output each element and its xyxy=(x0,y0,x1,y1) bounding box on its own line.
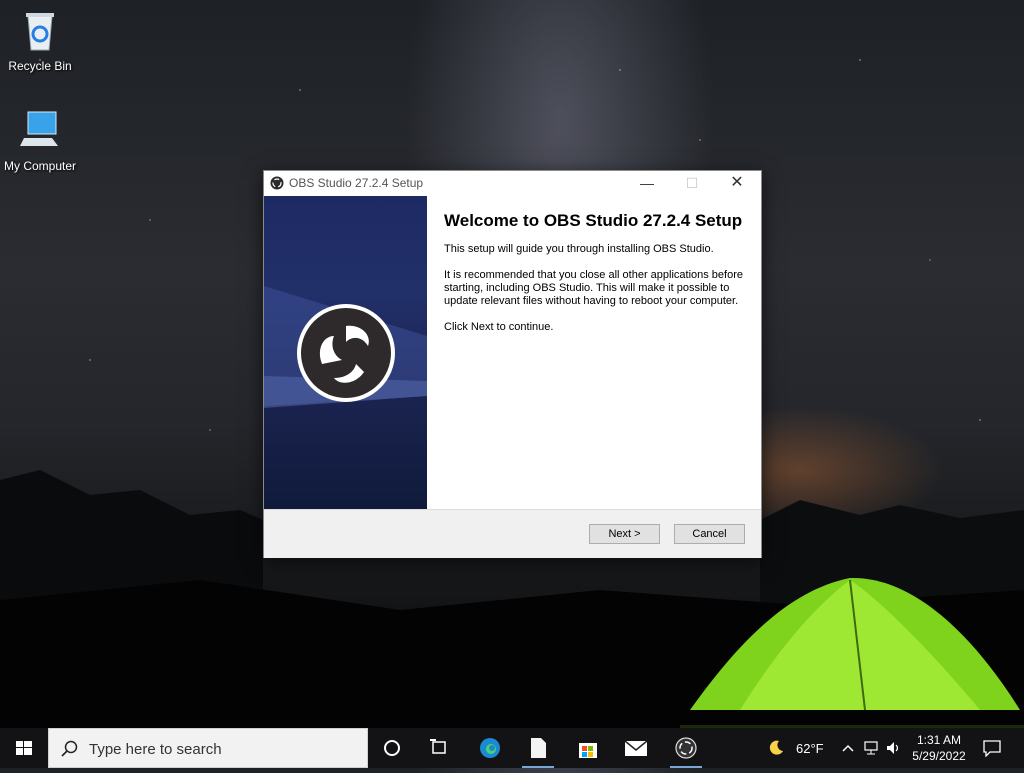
obs-taskbar-button[interactable] xyxy=(662,728,710,768)
desktop-icon-label: Recycle Bin xyxy=(8,59,72,73)
maximize-button[interactable]: ☐ xyxy=(669,171,715,195)
cortana-button[interactable] xyxy=(368,728,416,768)
mail-button[interactable] xyxy=(612,728,660,768)
intro-text: This setup will guide you through instal… xyxy=(444,243,714,255)
recycle-bin-icon xyxy=(26,13,54,51)
start-button[interactable] xyxy=(0,728,48,768)
desktop-icon-recycle-bin[interactable]: Recycle Bin xyxy=(0,8,80,73)
clock-date: 5/29/2022 xyxy=(912,749,966,763)
close-button[interactable]: ✕ xyxy=(714,171,760,195)
file-button[interactable] xyxy=(514,728,562,768)
store-icon xyxy=(579,743,597,758)
volume-icon[interactable] xyxy=(885,740,903,756)
next-button[interactable]: Next > xyxy=(589,524,660,544)
search-placeholder: Type here to search xyxy=(89,741,222,758)
moon-icon xyxy=(769,740,783,755)
banner-graphic xyxy=(264,286,427,408)
store-button[interactable] xyxy=(564,728,612,768)
weather-temperature[interactable]: 62°F xyxy=(796,741,824,756)
computer-icon xyxy=(20,111,58,146)
setup-window: OBS Studio 27.2.4 Setup — ☐ ✕ Welcome to… xyxy=(263,170,762,558)
clock-time: 1:31 AM xyxy=(916,733,962,747)
chevron-up-icon[interactable] xyxy=(841,741,855,755)
cortana-icon xyxy=(384,740,400,756)
task-view-icon xyxy=(430,739,446,754)
window-title: OBS Studio 27.2.4 Setup xyxy=(289,176,424,190)
welcome-content: Welcome to OBS Studio 27.2.4 Setup This … xyxy=(444,211,744,347)
continue-text: Click Next to continue. xyxy=(444,321,554,333)
desktop-icon-my-computer[interactable]: My Computer xyxy=(0,108,80,173)
task-view-button[interactable] xyxy=(416,728,464,768)
obs-icon xyxy=(675,737,697,759)
mail-icon xyxy=(624,740,648,756)
taskbar: Type here to search 62°F 1:31 AM 5/29/20… xyxy=(0,728,1024,768)
system-clock[interactable]: 1:31 AM 5/29/2022 xyxy=(905,732,973,764)
taskbar-search-box[interactable]: Type here to search xyxy=(48,728,368,768)
desktop-icon-label: My Computer xyxy=(3,159,77,173)
recommendation-text: It is recommended that you close all oth… xyxy=(444,269,743,307)
notification-icon[interactable] xyxy=(983,739,1001,757)
search-icon xyxy=(61,740,78,757)
wallpaper-tent xyxy=(680,577,1024,730)
page-title: Welcome to OBS Studio 27.2.4 Setup xyxy=(444,211,743,230)
obs-logo-icon xyxy=(297,304,395,402)
button-bar: Next > Cancel xyxy=(264,509,761,558)
edge-icon xyxy=(480,738,500,758)
cancel-button[interactable]: Cancel xyxy=(674,524,745,544)
windows-logo-icon xyxy=(16,741,32,755)
minimize-button[interactable]: — xyxy=(624,171,670,195)
obs-icon xyxy=(270,176,284,190)
file-icon xyxy=(531,738,546,758)
edge-button[interactable] xyxy=(466,728,514,768)
network-icon[interactable] xyxy=(862,740,880,756)
side-banner xyxy=(264,196,427,509)
title-bar[interactable]: OBS Studio 27.2.4 Setup — ☐ ✕ xyxy=(264,171,761,195)
